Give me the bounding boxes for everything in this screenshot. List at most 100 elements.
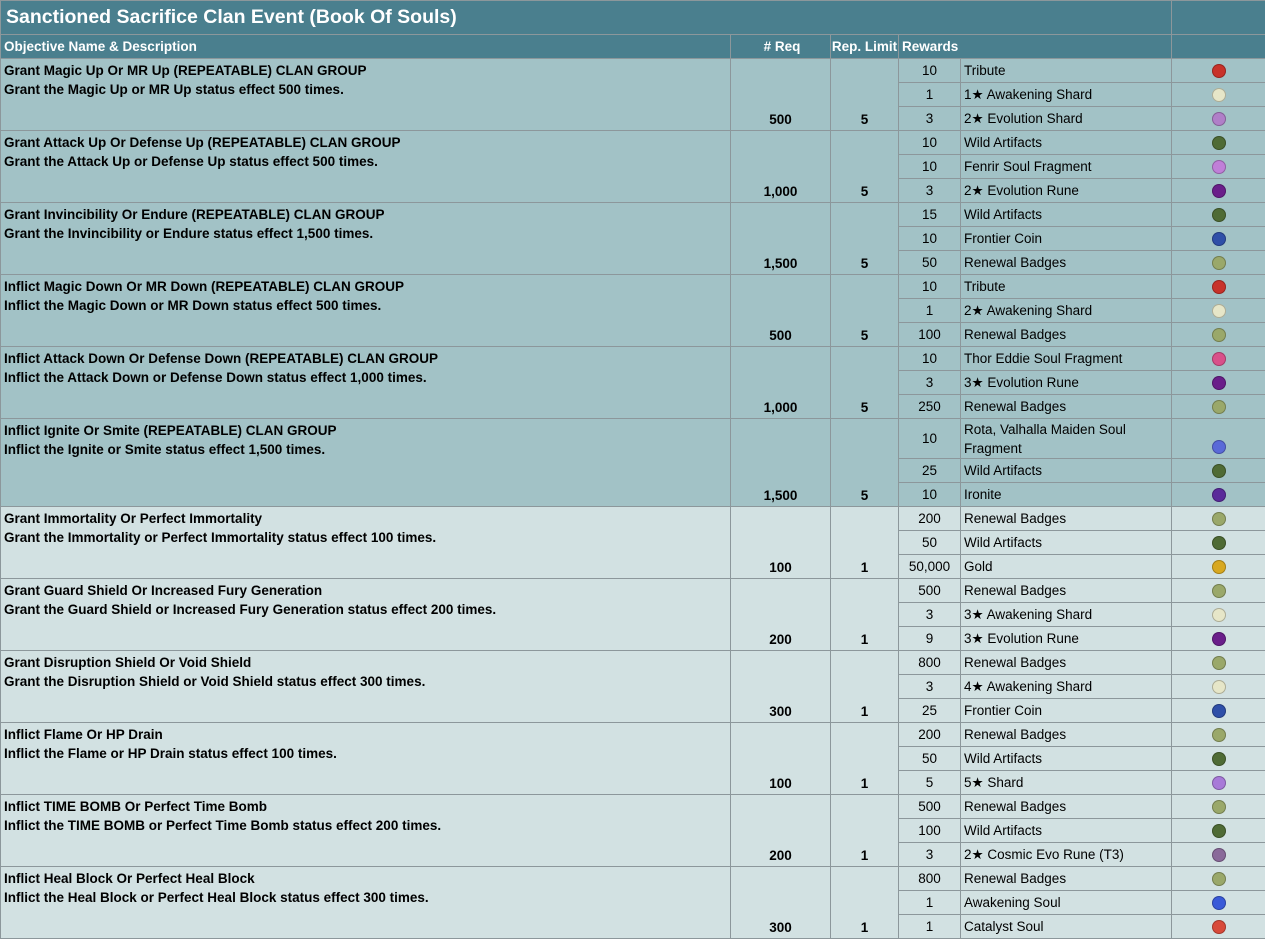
req-count: 100 <box>730 506 831 579</box>
objective-name: Inflict Flame Or HP Drain <box>4 727 163 742</box>
reward-quantity: 10 <box>898 418 961 459</box>
rep-limit-value: 1 <box>830 578 899 651</box>
reward-name: 2★ Evolution Shard <box>959 106 1173 131</box>
objective-cell: Inflict TIME BOMB Or Perfect Time Bomb In… <box>0 794 731 867</box>
reward-quantity: 1 <box>898 914 961 939</box>
reward-icon-cell <box>1171 322 1265 347</box>
reward-icon-cell <box>1171 298 1265 323</box>
reward-name: Wild Artifacts <box>959 530 1173 555</box>
reward-name: Renewal Badges <box>959 578 1173 603</box>
tribute-icon <box>1211 280 1226 295</box>
reward-name: Rota, Valhalla Maiden Soul Fragment <box>959 418 1173 459</box>
objective-cell: Grant Invincibility Or Endure (REPEATABL… <box>0 202 731 275</box>
reward-icon-cell <box>1171 346 1265 371</box>
reward-name: Renewal Badges <box>959 394 1173 419</box>
reward-row: Grant Guard Shield Or Increased Fury Gen… <box>0 578 1265 651</box>
reward-name: Wild Artifacts <box>959 130 1173 155</box>
reward-name: Wild Artifacts <box>959 458 1173 483</box>
reward-icon-cell <box>1171 130 1265 155</box>
objective-description: Inflict the Heal Block or Perfect Heal B… <box>4 890 429 905</box>
reward-name: 3★ Evolution Rune <box>959 626 1173 651</box>
rep-limit-value: 5 <box>830 274 899 347</box>
reward-quantity: 50 <box>898 746 961 771</box>
reward-quantity: 250 <box>898 394 961 419</box>
reward-name: 2★ Evolution Rune <box>959 178 1173 203</box>
reward-name: Renewal Badges <box>959 322 1173 347</box>
reward-name: Renewal Badges <box>959 866 1173 891</box>
reward-icon-cell <box>1171 842 1265 867</box>
reward-name: Renewal Badges <box>959 506 1173 531</box>
reward-name: Wild Artifacts <box>959 746 1173 771</box>
objective-description: Grant the Guard Shield or Increased Fury… <box>4 602 497 617</box>
req-count: 300 <box>730 650 831 723</box>
reward-quantity: 10 <box>898 154 961 179</box>
objective-cell: Grant Disruption Shield Or Void Shield Gr… <box>0 650 731 723</box>
rep-limit-value: 1 <box>830 506 899 579</box>
renewal-badges-icon <box>1211 728 1226 743</box>
reward-icon-cell <box>1171 890 1265 915</box>
reward-name: Renewal Badges <box>959 650 1173 675</box>
reward-name: Frontier Coin <box>959 698 1173 723</box>
objective-cell: Grant Magic Up Or MR Up (REPEATABLE) CLA… <box>0 58 731 131</box>
reward-quantity: 10 <box>898 482 961 507</box>
event-table: Sanctioned Sacrifice Clan Event (Book Of… <box>0 0 1265 939</box>
rota-soul-fragment-icon <box>1211 440 1226 454</box>
reward-name: Renewal Badges <box>959 250 1173 275</box>
reward-name: Awakening Soul <box>959 890 1173 915</box>
reward-name: Fenrir Soul Fragment <box>959 154 1173 179</box>
header-objective: Objective Name & Description <box>0 34 731 59</box>
renewal-badges-icon <box>1211 256 1226 271</box>
reward-quantity: 500 <box>898 578 961 603</box>
reward-quantity: 50 <box>898 250 961 275</box>
reward-icon-cell <box>1171 818 1265 843</box>
objective-description: Grant the Immortality or Perfect Immorta… <box>4 530 437 545</box>
reward-quantity: 3 <box>898 106 961 131</box>
reward-quantity: 1 <box>898 890 961 915</box>
rep-limit-value: 1 <box>830 650 899 723</box>
req-count: 1,000 <box>730 130 831 203</box>
objective-description: Inflict the Flame or HP Drain status eff… <box>4 746 337 761</box>
req-count: 200 <box>730 794 831 867</box>
reward-row: Inflict Flame Or HP Drain Inflict the Fla… <box>0 722 1265 795</box>
reward-icon-cell <box>1171 866 1265 891</box>
renewal-badges-icon <box>1211 512 1226 527</box>
awakening-shard-icon <box>1211 304 1226 319</box>
objective-cell: Inflict Ignite Or Smite (REPEATABLE) CLA… <box>0 418 731 507</box>
reward-icon-cell <box>1171 58 1265 83</box>
objective-name: Inflict Heal Block Or Perfect Heal Block <box>4 871 255 886</box>
header-empty-cell <box>1171 34 1265 59</box>
reward-quantity: 50,000 <box>898 554 961 579</box>
reward-quantity: 800 <box>898 866 961 891</box>
req-count: 500 <box>730 274 831 347</box>
thor-eddie-soul-fragment-icon <box>1211 352 1226 367</box>
objective-description: Grant the Magic Up or MR Up status effec… <box>4 82 344 97</box>
wild-artifacts-icon <box>1211 136 1226 151</box>
reward-icon-cell <box>1171 82 1265 107</box>
reward-name: Gold <box>959 554 1173 579</box>
objective-description: Inflict the Attack Down or Defense Down … <box>4 370 427 385</box>
reward-icon-cell <box>1171 578 1265 603</box>
title-row: Sanctioned Sacrifice Clan Event (Book Of… <box>0 0 1265 35</box>
reward-quantity: 3 <box>898 370 961 395</box>
reward-icon-cell <box>1171 202 1265 227</box>
reward-name: Renewal Badges <box>959 722 1173 747</box>
header-row: Objective Name & Description # Req Rep. … <box>0 34 1265 59</box>
renewal-badges-icon <box>1211 872 1226 887</box>
reward-icon-cell <box>1171 698 1265 723</box>
reward-name: 2★ Awakening Shard <box>959 298 1173 323</box>
reward-name: Thor Eddie Soul Fragment <box>959 346 1173 371</box>
reward-icon-cell <box>1171 794 1265 819</box>
reward-quantity: 800 <box>898 650 961 675</box>
req-count: 300 <box>730 866 831 939</box>
objective-cell: Inflict Flame Or HP Drain Inflict the Fla… <box>0 722 731 795</box>
rep-limit-value: 5 <box>830 346 899 419</box>
reward-row: Grant Attack Up Or Defense Up (REPEATABL… <box>0 130 1265 203</box>
reward-icon-cell <box>1171 602 1265 627</box>
req-count: 100 <box>730 722 831 795</box>
reward-name: 1★ Awakening Shard <box>959 82 1173 107</box>
awakening-shard-icon <box>1211 680 1226 695</box>
reward-quantity: 3 <box>898 674 961 699</box>
renewal-badges-icon <box>1211 656 1226 671</box>
objective-description: Inflict the Magic Down or MR Down status… <box>4 298 382 313</box>
reward-icon-cell <box>1171 674 1265 699</box>
